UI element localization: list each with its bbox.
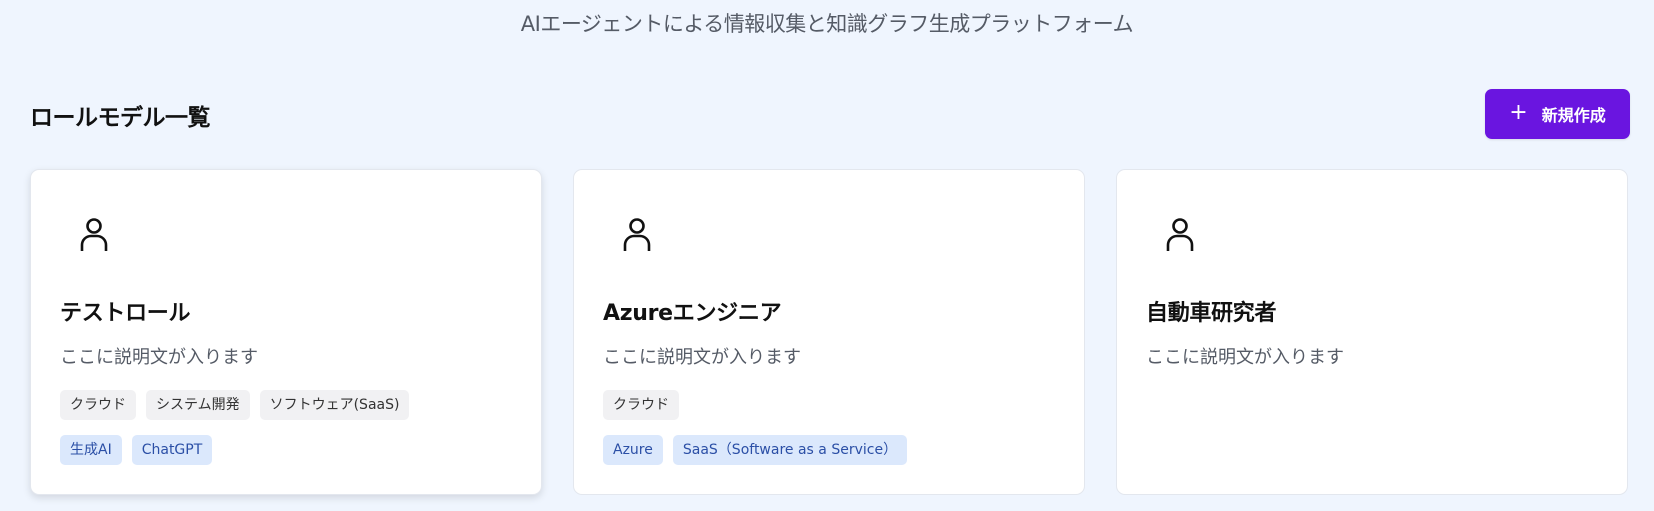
- person-icon: [80, 218, 108, 251]
- tag: Azure: [603, 435, 663, 465]
- tag: ソフトウェア(SaaS): [259, 390, 410, 420]
- plus-icon: +: [1509, 100, 1528, 125]
- role-card[interactable]: Azureエンジニア ここに説明文が入ります クラウド Azure SaaS（S…: [573, 169, 1085, 495]
- person-icon: [623, 218, 651, 251]
- tag-row-primary: クラウド システム開発 ソフトウェア(SaaS): [60, 390, 410, 420]
- tag: SaaS（Software as a Service）: [672, 435, 908, 465]
- role-name: Azureエンジニア: [603, 301, 782, 326]
- role-description: ここに説明文が入ります: [1146, 347, 1344, 368]
- tag-row-secondary: 生成AI ChatGPT: [60, 435, 213, 465]
- tag: クラウド: [60, 390, 136, 420]
- page-subtitle: AIエージェントによる情報収集と知識グラフ生成プラットフォーム: [520, 12, 1134, 36]
- new-create-label: 新規作成: [1541, 106, 1606, 125]
- tag: 生成AI: [60, 435, 122, 465]
- section-title: ロールモデル一覧: [30, 105, 211, 131]
- role-name: 自動車研究者: [1146, 301, 1277, 326]
- role-card[interactable]: テストロール ここに説明文が入ります クラウド システム開発 ソフトウェア(Sa…: [30, 169, 542, 495]
- role-description: ここに説明文が入ります: [60, 347, 258, 368]
- tag-row-primary: クラウド: [603, 390, 679, 420]
- tag: システム開発: [146, 390, 250, 420]
- role-card[interactable]: 自動車研究者 ここに説明文が入ります: [1116, 169, 1628, 495]
- role-description: ここに説明文が入ります: [603, 347, 801, 368]
- person-icon: [1166, 218, 1194, 251]
- tag-row-secondary: Azure SaaS（Software as a Service）: [603, 435, 908, 465]
- new-create-button[interactable]: + 新規作成: [1485, 89, 1630, 139]
- tag: クラウド: [603, 390, 679, 420]
- role-name: テストロール: [60, 301, 191, 326]
- tag: ChatGPT: [131, 435, 213, 465]
